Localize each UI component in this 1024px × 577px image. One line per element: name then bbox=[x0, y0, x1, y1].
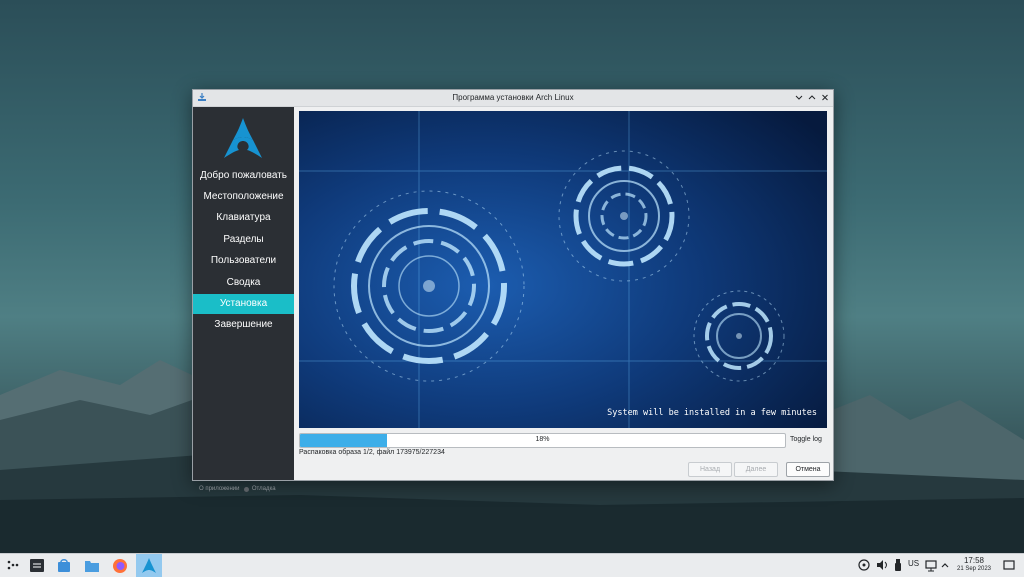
back-button[interactable]: Назад bbox=[688, 462, 732, 477]
maximize-icon[interactable] bbox=[806, 91, 818, 104]
show-hidden-tray-icon[interactable] bbox=[939, 557, 951, 574]
vault-icon[interactable] bbox=[857, 557, 871, 574]
sidebar-footer: О приложении Отладка bbox=[199, 486, 276, 493]
slideshow-caption: System will be installed in a few minute… bbox=[607, 408, 817, 418]
network-icon[interactable] bbox=[924, 557, 938, 574]
cancel-button[interactable]: Отмена bbox=[786, 462, 830, 477]
debug-link[interactable]: Отладка bbox=[252, 486, 276, 492]
arch-installer-task-icon[interactable] bbox=[136, 554, 162, 577]
step-users: Пользователи bbox=[210, 255, 277, 266]
installation-slideshow: System will be installed in a few minute… bbox=[299, 111, 827, 428]
system-settings-icon[interactable] bbox=[28, 557, 46, 574]
clock-date: 21 Sep 2023 bbox=[956, 566, 992, 572]
window-title: Программа установки Arch Linux bbox=[452, 93, 574, 102]
usb-device-icon[interactable] bbox=[892, 557, 904, 574]
keyboard-layout-indicator[interactable]: US bbox=[908, 559, 919, 568]
install-progress-bar: 18% bbox=[299, 433, 786, 448]
step-location: Местоположение bbox=[203, 191, 284, 202]
clock[interactable]: 17:58 21 Sep 2023 bbox=[952, 557, 996, 573]
steps-sidebar: Добро пожаловать Местоположение Клавиату… bbox=[193, 107, 294, 492]
debug-bug-icon bbox=[244, 486, 250, 492]
next-button[interactable]: Далее bbox=[734, 462, 778, 477]
close-icon[interactable] bbox=[819, 91, 831, 104]
show-desktop-icon[interactable] bbox=[1002, 557, 1016, 574]
taskbar: US 17:58 21 Sep 2023 bbox=[0, 553, 1024, 577]
step-summary: Сводка bbox=[226, 277, 261, 288]
step-keyboard: Клавиатура bbox=[216, 212, 271, 223]
step-install: Установка bbox=[193, 294, 294, 314]
progress-percent: 18% bbox=[535, 436, 550, 443]
toggle-log-button[interactable]: Toggle log bbox=[790, 436, 822, 443]
software-store-icon[interactable] bbox=[55, 557, 73, 574]
file-manager-icon[interactable] bbox=[83, 557, 101, 574]
step-welcome: Добро пожаловать bbox=[199, 170, 288, 181]
clock-time: 17:58 bbox=[963, 556, 985, 565]
step-partitions: Разделы bbox=[223, 234, 264, 245]
progress-status-text: Распаковка образа 1/2, файл 173975/22723… bbox=[299, 449, 445, 456]
minimize-icon[interactable] bbox=[793, 91, 805, 104]
slideshow-image bbox=[299, 111, 827, 428]
about-link[interactable]: О приложении bbox=[199, 486, 239, 492]
volume-icon[interactable] bbox=[875, 557, 889, 574]
window-titlebar[interactable]: Программа установки Arch Linux bbox=[193, 90, 833, 107]
step-finish: Завершение bbox=[214, 319, 273, 330]
installer-window: Программа установки Arch Linux Добро пож… bbox=[192, 89, 834, 492]
arch-logo-icon bbox=[224, 118, 262, 158]
firefox-icon[interactable] bbox=[111, 557, 129, 574]
app-launcher-icon[interactable] bbox=[4, 557, 22, 574]
